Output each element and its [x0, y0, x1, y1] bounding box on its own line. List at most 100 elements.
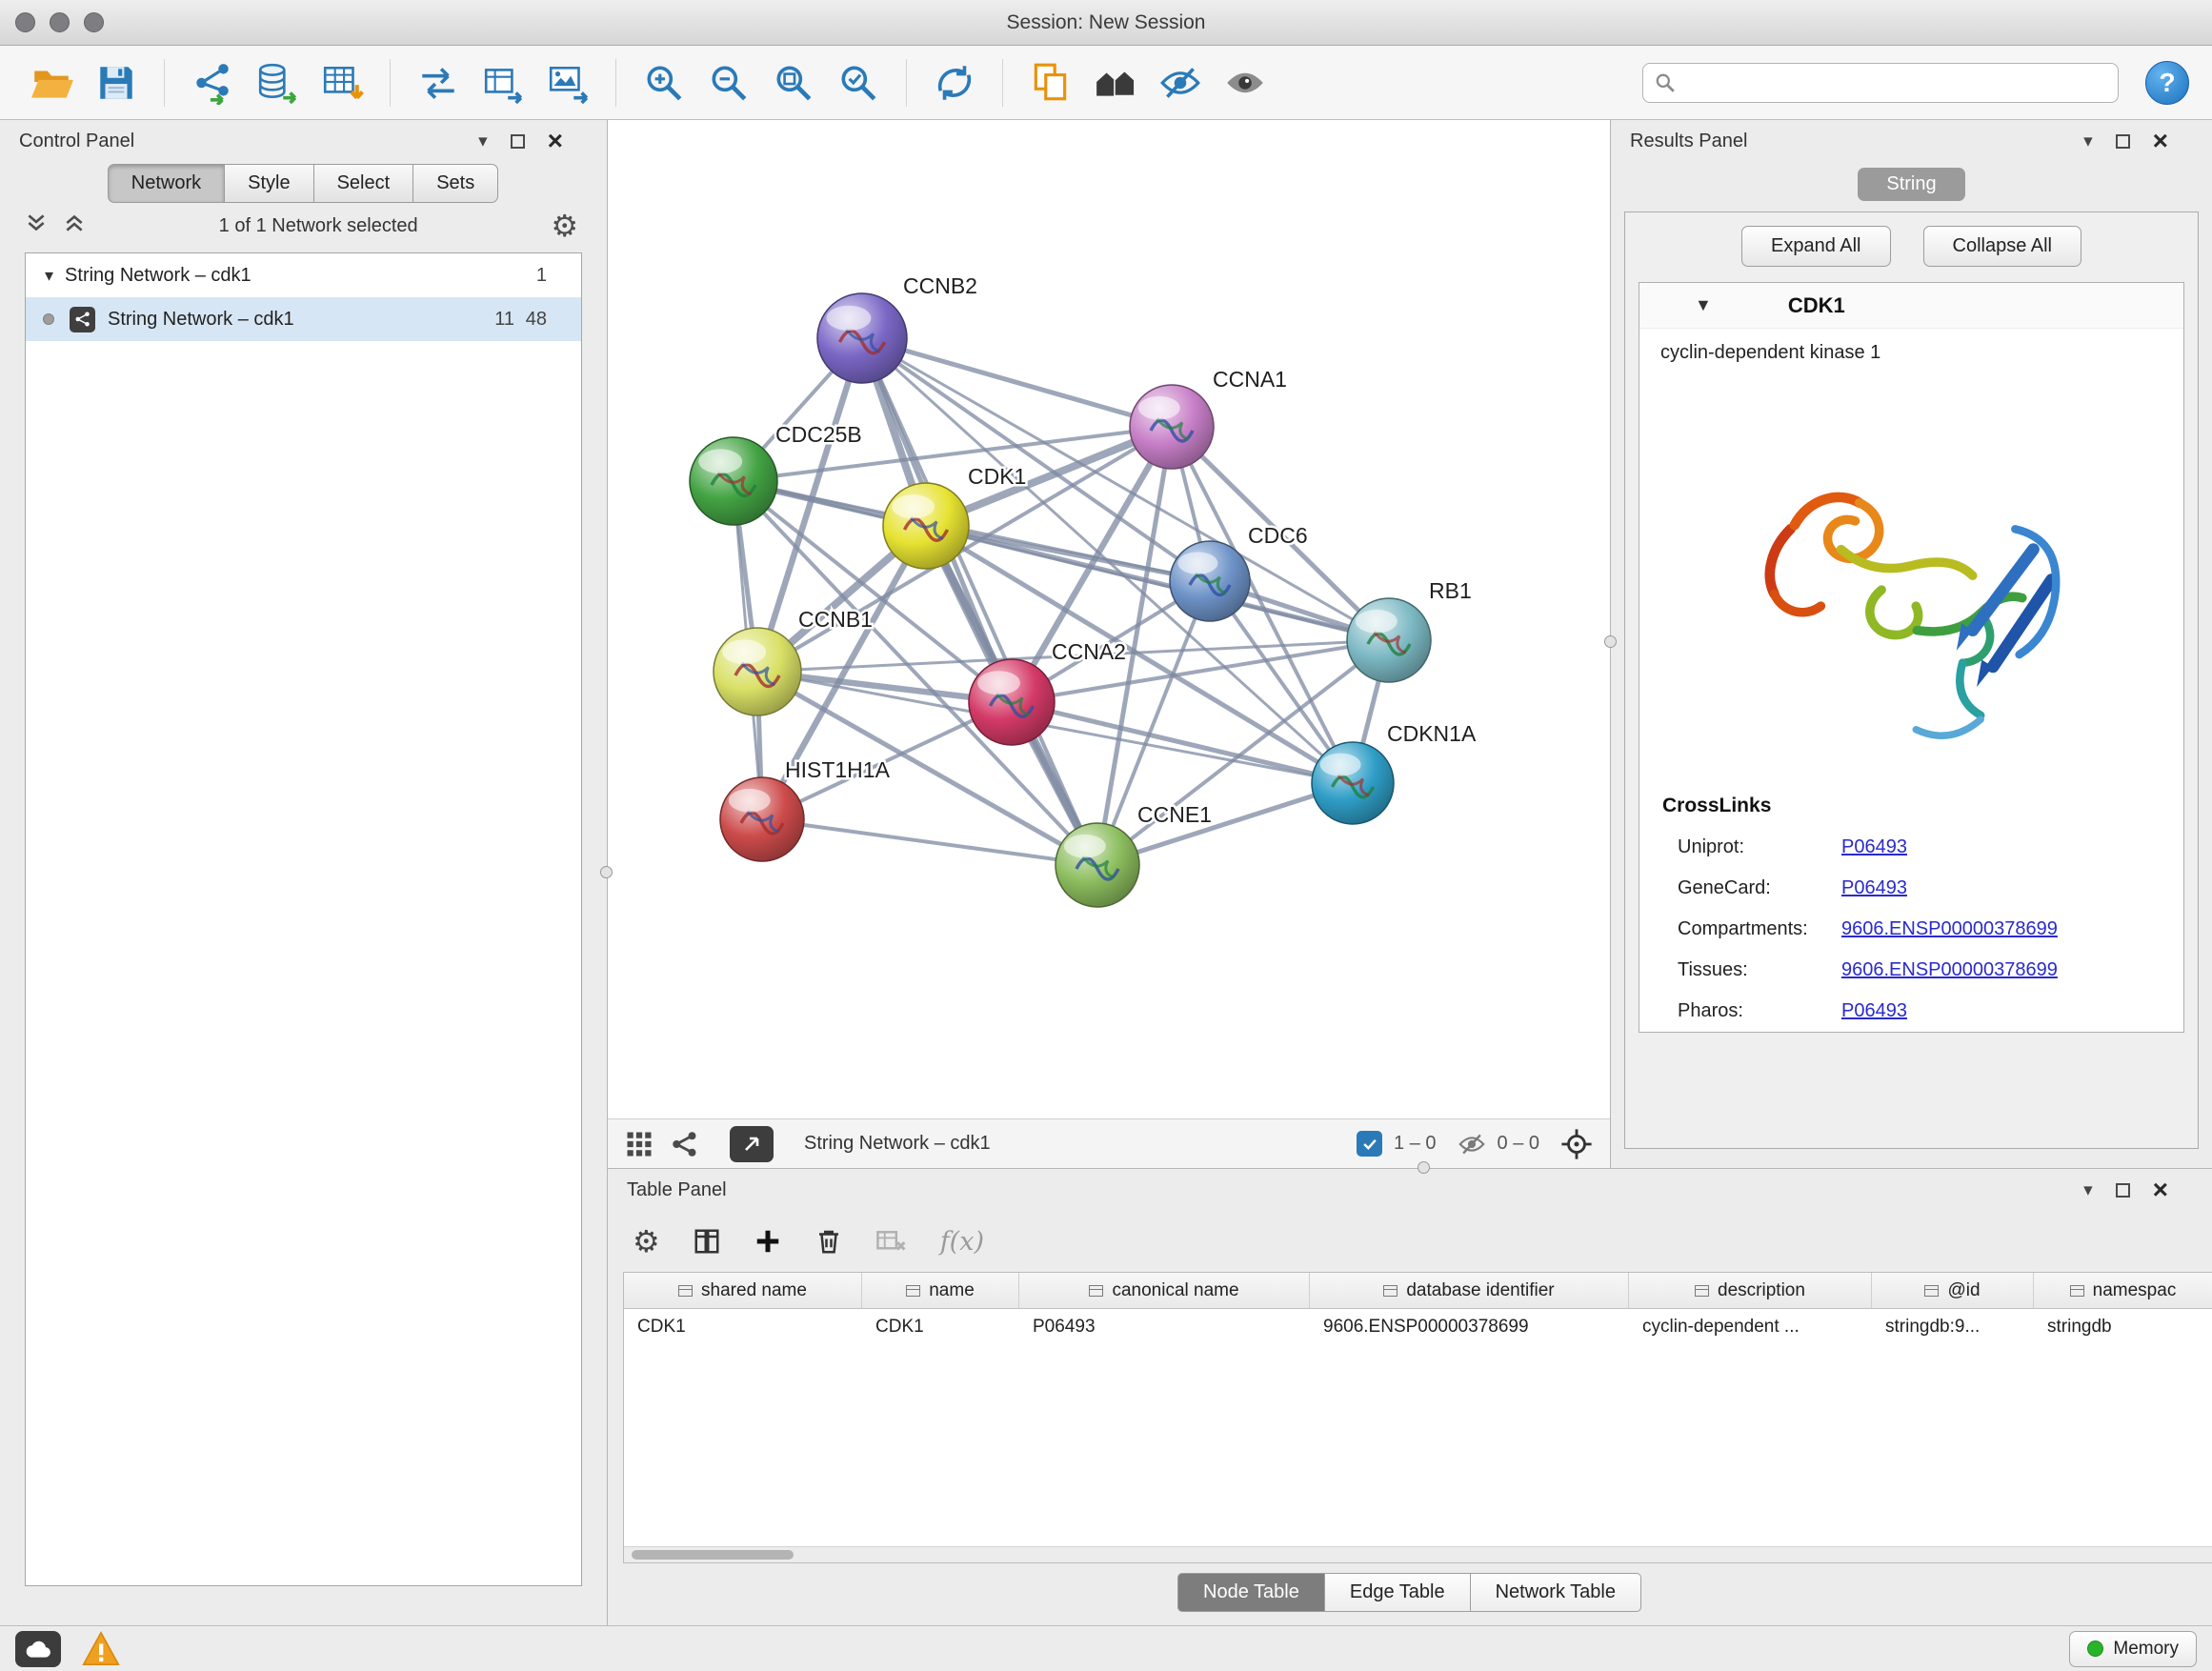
- save-session-button[interactable]: [88, 54, 145, 111]
- column-header-description[interactable]: description: [1629, 1273, 1872, 1308]
- export-table-button[interactable]: [474, 54, 532, 111]
- edge-count: 48: [514, 309, 581, 331]
- network-view[interactable]: CCNB2CCNA1CDC25BCDK1CDC6RB1CCNB1CCNA2CDK…: [608, 120, 1610, 1168]
- graphics-details-button[interactable]: [1087, 54, 1144, 111]
- export-image-button[interactable]: [539, 54, 596, 111]
- network-view-toolbar: String Network – cdk1 1 – 0 0 – 0: [608, 1118, 1610, 1168]
- search-box[interactable]: [1642, 63, 2119, 103]
- network-options-gear-icon[interactable]: ⚙: [551, 211, 578, 241]
- horizontal-scrollbar[interactable]: [624, 1546, 2212, 1562]
- delete-column-icon[interactable]: [814, 1227, 843, 1256]
- crosslink-value-link[interactable]: 9606.ENSP00000378699: [1841, 918, 2058, 940]
- gene-section-header[interactable]: ▼ CDK1: [1639, 283, 2183, 329]
- cloud-button[interactable]: [15, 1631, 61, 1667]
- network-node-HIST1H1A[interactable]: HIST1H1A: [720, 757, 891, 861]
- tab-select[interactable]: Select: [313, 164, 414, 203]
- panel-float-icon[interactable]: [2116, 1183, 2130, 1198]
- network-node-CCNA1[interactable]: CCNA1: [1130, 367, 1287, 469]
- tab-sets[interactable]: Sets: [412, 164, 498, 203]
- add-column-icon[interactable]: [754, 1227, 782, 1256]
- column-header-namespac[interactable]: namespac: [2034, 1273, 2212, 1308]
- network-canvas[interactable]: CCNB2CCNA1CDC25BCDK1CDC6RB1CCNB1CCNA2CDK…: [608, 120, 1610, 1118]
- warning-icon[interactable]: [82, 1631, 120, 1666]
- gene-collapse-icon[interactable]: ▼: [1695, 295, 1712, 315]
- panel-menu-icon[interactable]: ▾: [2083, 1179, 2093, 1201]
- network-node-RB1[interactable]: RB1: [1347, 578, 1472, 682]
- panel-menu-icon[interactable]: ▾: [478, 131, 488, 152]
- horizontal-scrollbar-thumb[interactable]: [632, 1550, 794, 1560]
- panel-float-icon[interactable]: [511, 134, 525, 149]
- tab-style[interactable]: Style: [224, 164, 313, 203]
- network-node-CDK1[interactable]: CDK1: [883, 464, 1026, 569]
- crosslink-value-link[interactable]: P06493: [1841, 877, 1907, 899]
- export-network-button[interactable]: [410, 54, 467, 111]
- table-settings-gear-icon[interactable]: ⚙: [633, 1226, 660, 1257]
- collapse-all-button[interactable]: Collapse All: [1923, 226, 2082, 267]
- zoom-selected-button[interactable]: [830, 54, 887, 111]
- selected-nodes-checkbox-icon[interactable]: [1357, 1131, 1382, 1157]
- search-input[interactable]: [1683, 71, 2106, 93]
- tab-edge-table[interactable]: Edge Table: [1324, 1573, 1471, 1612]
- splitter-handle-left[interactable]: [600, 866, 613, 878]
- apply-layout-button[interactable]: [926, 54, 983, 111]
- table-row[interactable]: CDK1CDK1P064939606.ENSP00000378699cyclin…: [624, 1309, 2212, 1344]
- network-edge-CCNA2-CDKN1A[interactable]: [1012, 702, 1353, 783]
- crosslink-value-link[interactable]: 9606.ENSP00000378699: [1841, 959, 2058, 981]
- close-window-button[interactable]: [15, 12, 35, 32]
- open-in-window-button[interactable]: [730, 1126, 774, 1162]
- network-node-CDKN1A[interactable]: CDKN1A: [1312, 721, 1477, 824]
- panel-close-icon[interactable]: ×: [548, 131, 563, 151]
- open-session-button[interactable]: [23, 54, 80, 111]
- network-edge-CCNB2-CCNE1[interactable]: [862, 338, 1097, 865]
- splitter-handle-right[interactable]: [1604, 635, 1617, 648]
- crosslink-value-link[interactable]: P06493: [1841, 1000, 1907, 1022]
- splitter-handle-bottom[interactable]: [1418, 1161, 1430, 1174]
- tab-network-table[interactable]: Network Table: [1470, 1573, 1641, 1612]
- network-node-CCNE1[interactable]: CCNE1: [1056, 802, 1212, 907]
- zoom-out-button[interactable]: [700, 54, 757, 111]
- network-row[interactable]: String Network – cdk1 11 48: [26, 297, 581, 341]
- birdseye-crosshair-icon[interactable]: [1560, 1128, 1593, 1160]
- panel-close-icon[interactable]: ×: [2153, 1180, 2168, 1199]
- grid-view-icon[interactable]: [625, 1130, 654, 1158]
- panel-close-icon[interactable]: ×: [2153, 131, 2168, 151]
- network-edge-HIST1H1A-CCNE1[interactable]: [762, 819, 1097, 865]
- expand-all-networks-icon[interactable]: [25, 212, 48, 239]
- zoom-window-button[interactable]: [84, 12, 104, 32]
- help-button[interactable]: ?: [2145, 61, 2189, 105]
- share-network-icon[interactable]: [671, 1130, 699, 1158]
- tab-string[interactable]: String: [1858, 168, 1964, 201]
- function-builder-button[interactable]: f(x): [940, 1227, 984, 1257]
- network-node-CDC25B[interactable]: CDC25B: [690, 422, 862, 525]
- zoom-fit-button[interactable]: [765, 54, 822, 111]
- collection-expand-icon[interactable]: ▾: [45, 266, 53, 286]
- panel-float-icon[interactable]: [2116, 134, 2130, 149]
- minimize-window-button[interactable]: [50, 12, 70, 32]
- table-body: CDK1CDK1P064939606.ENSP00000378699cyclin…: [624, 1309, 2212, 1562]
- column-header-canonical-name[interactable]: canonical name: [1019, 1273, 1310, 1308]
- hidden-eye-slash-icon[interactable]: [1458, 1130, 1486, 1158]
- column-header-name[interactable]: name: [862, 1273, 1019, 1308]
- crosslink-value-link[interactable]: P06493: [1841, 836, 1907, 858]
- panel-menu-icon[interactable]: ▾: [2083, 131, 2093, 152]
- zoom-out-icon: [707, 61, 751, 105]
- delete-table-icon[interactable]: [875, 1227, 908, 1256]
- column-header-id[interactable]: @id: [1872, 1273, 2034, 1308]
- column-header-shared-name[interactable]: shared name: [624, 1273, 862, 1308]
- tab-node-table[interactable]: Node Table: [1177, 1573, 1325, 1612]
- network-collection-row[interactable]: ▾ String Network – cdk1 1: [26, 253, 581, 297]
- show-all-button[interactable]: [1217, 54, 1274, 111]
- expand-all-button[interactable]: Expand All: [1741, 226, 1891, 267]
- tab-network[interactable]: Network: [108, 164, 225, 203]
- copy-button[interactable]: [1022, 54, 1079, 111]
- zoom-in-button[interactable]: [635, 54, 693, 111]
- collapse-all-networks-icon[interactable]: [63, 212, 86, 239]
- show-columns-icon[interactable]: [693, 1227, 721, 1256]
- import-network-file-button[interactable]: [184, 54, 241, 111]
- network-edge-CCNB2-CCNA1[interactable]: [862, 338, 1172, 427]
- import-network-database-button[interactable]: [249, 54, 306, 111]
- hide-selected-button[interactable]: [1152, 54, 1209, 111]
- import-table-button[interactable]: [313, 54, 371, 111]
- memory-button[interactable]: Memory: [2069, 1631, 2197, 1667]
- column-header-database-identifier[interactable]: database identifier: [1310, 1273, 1629, 1308]
